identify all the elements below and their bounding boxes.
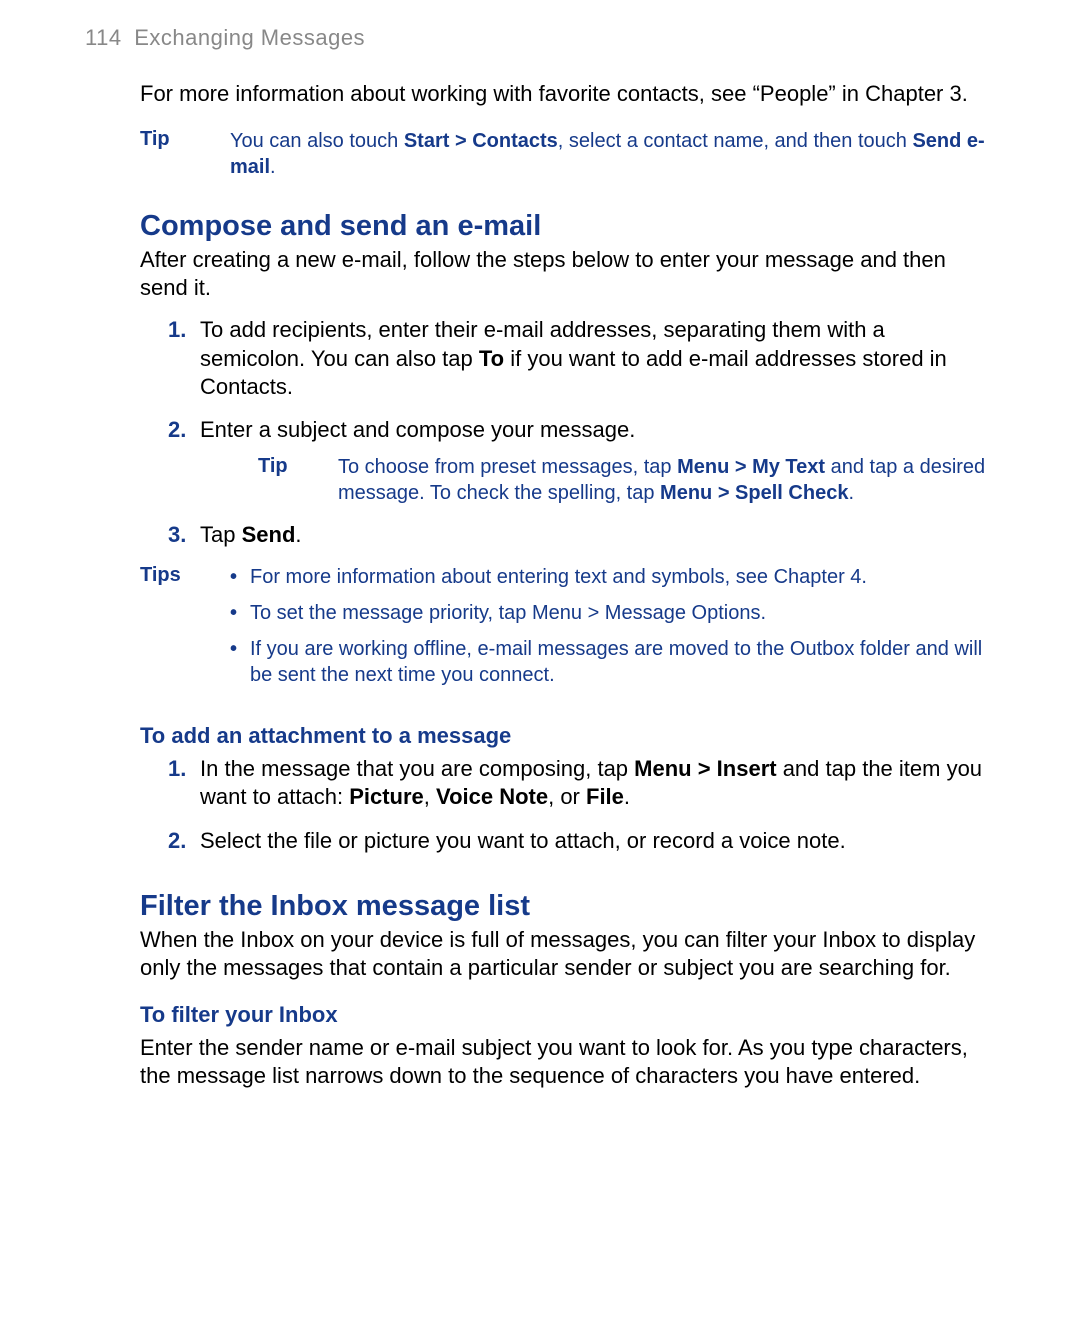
subheading-attach: To add an attachment to a message <box>140 723 995 749</box>
intro-paragraph: For more information about working with … <box>140 80 995 108</box>
tips-block: Tips For more information about entering… <box>140 564 995 698</box>
tip-body: To choose from preset messages, tap Menu… <box>338 454 995 506</box>
subheading-filter: To filter your Inbox <box>140 1002 995 1028</box>
tip-label: Tip <box>140 128 230 151</box>
compose-steps: To add recipients, enter their e-mail ad… <box>140 316 995 549</box>
section-title: Exchanging Messages <box>134 25 365 50</box>
tip-item: For more information about entering text… <box>230 564 995 590</box>
tip-item: To set the message priority, tap Menu > … <box>230 600 995 626</box>
compose-step-3: Tap Send. <box>200 521 995 549</box>
page-number: 114 <box>85 25 122 50</box>
attach-step-1: In the message that you are composing, t… <box>200 755 995 811</box>
page-header: 114 Exchanging Messages <box>85 25 995 51</box>
compose-step-2: Enter a subject and compose your message… <box>200 416 995 506</box>
tip-callout: Tip You can also touch Start > Contacts,… <box>140 128 995 180</box>
nested-tip: Tip To choose from preset messages, tap … <box>258 454 995 506</box>
filter-intro: When the Inbox on your device is full of… <box>140 926 995 982</box>
tips-label: Tips <box>140 564 230 587</box>
attach-step-2: Select the file or picture you want to a… <box>200 827 995 855</box>
filter-body: Enter the sender name or e-mail subject … <box>140 1034 995 1090</box>
document-page: 114 Exchanging Messages For more informa… <box>0 0 1080 1170</box>
attach-steps: In the message that you are composing, t… <box>140 755 995 854</box>
heading-compose: Compose and send an e-mail <box>140 210 995 243</box>
compose-intro: After creating a new e-mail, follow the … <box>140 246 995 302</box>
tips-bullets: For more information about entering text… <box>230 564 995 698</box>
tip-body: You can also touch Start > Contacts, sel… <box>230 128 995 180</box>
tip-item: If you are working offline, e-mail messa… <box>230 636 995 688</box>
page-content: For more information about working with … <box>140 80 995 1090</box>
heading-filter: Filter the Inbox message list <box>140 890 995 923</box>
compose-step-1: To add recipients, enter their e-mail ad… <box>200 316 995 400</box>
tip-label: Tip <box>258 454 338 480</box>
